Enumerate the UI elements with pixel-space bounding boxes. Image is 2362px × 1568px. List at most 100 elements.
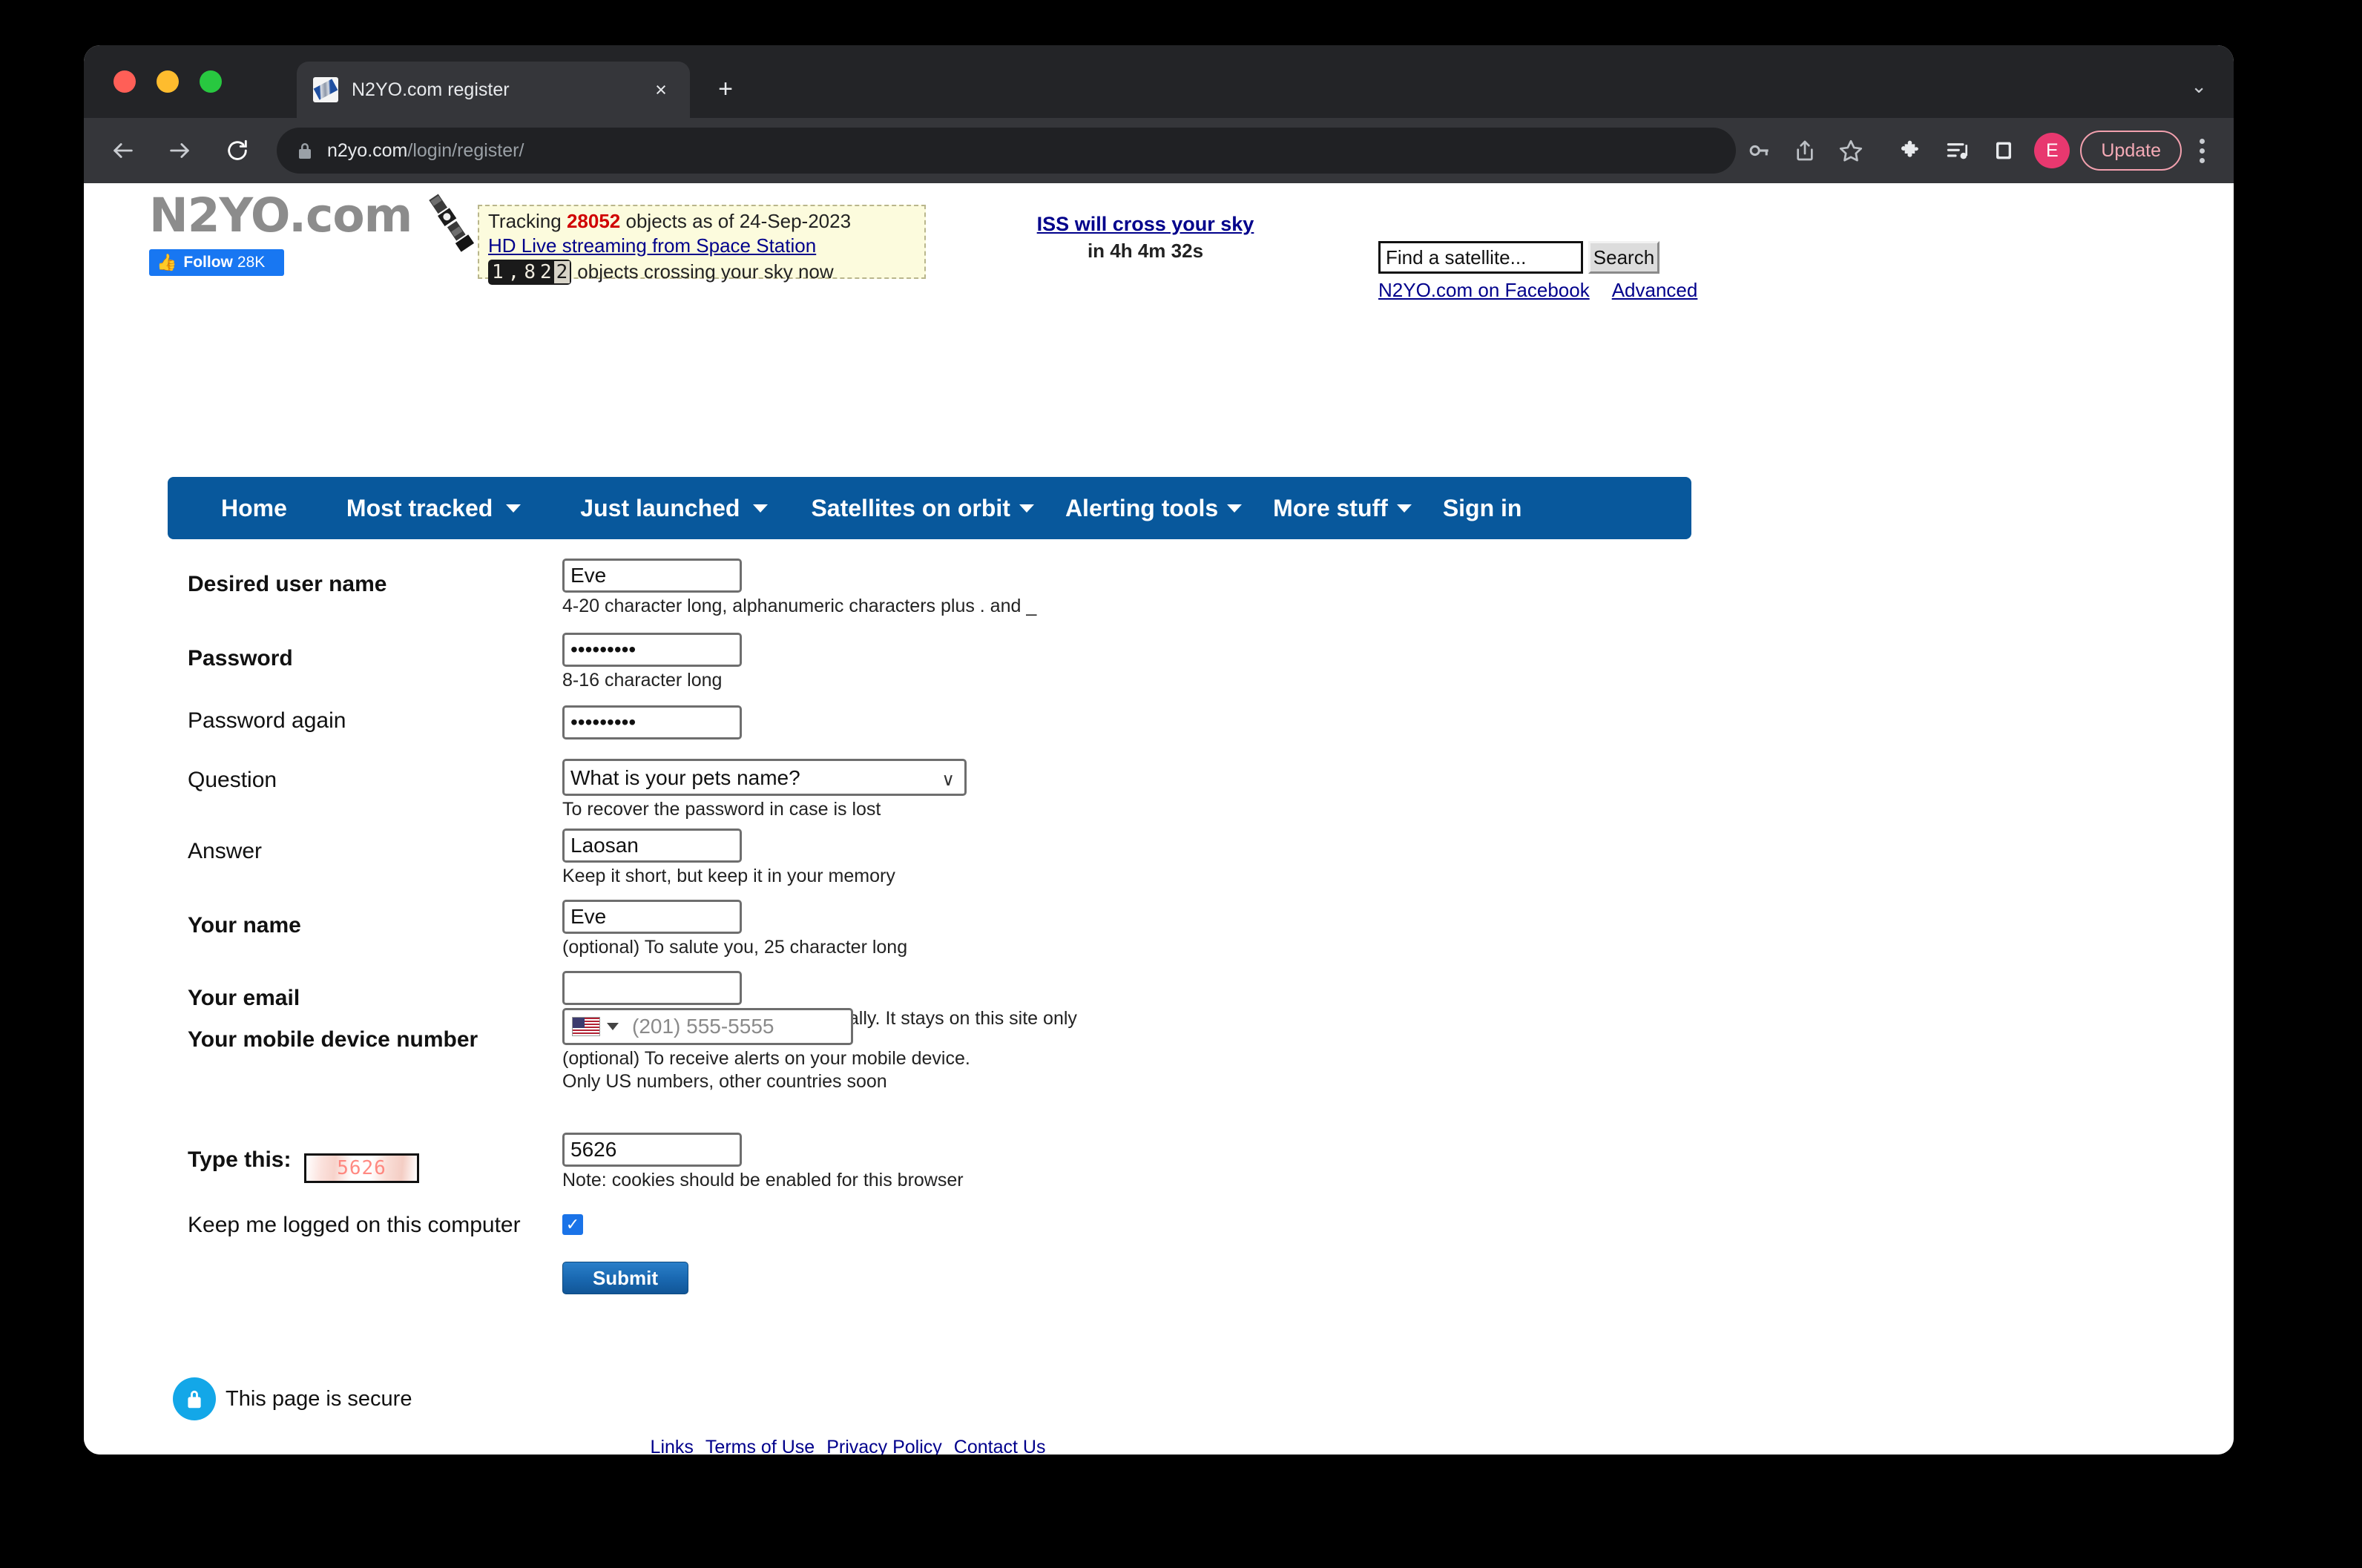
close-window-button[interactable]	[114, 70, 136, 93]
site-logo-text: N2YO.com	[149, 188, 412, 243]
answer-input[interactable]	[562, 829, 742, 863]
nav-item-satellites-on-orbit[interactable]: Satellites on orbit	[811, 477, 1034, 539]
nav-label: Alerting tools	[1065, 494, 1219, 521]
keep-logged-label: Keep me logged on this computer	[188, 1213, 521, 1237]
nav-item-just-launched[interactable]: Just launched	[580, 477, 769, 539]
captcha-image-text: 5626	[337, 1157, 386, 1179]
mobile-number-input[interactable]: (201) 555-5555	[562, 1008, 853, 1045]
submit-group: Submit	[562, 1262, 688, 1294]
bookmark-star-icon[interactable]	[1828, 128, 1874, 174]
password-key-icon[interactable]	[1736, 128, 1782, 174]
chevron-down-icon[interactable]: ⌄	[2191, 75, 2207, 98]
your-email-input[interactable]	[562, 971, 742, 1005]
site-logo-block[interactable]: N2YO.com 👍 Follow 28K	[149, 192, 412, 276]
media-playlist-icon[interactable]	[1935, 128, 1981, 174]
footer-link-links[interactable]: Links	[651, 1437, 694, 1455]
odometer-digit: ,	[507, 260, 520, 283]
chevron-down-icon	[1396, 504, 1412, 513]
update-button[interactable]: Update	[2080, 131, 2182, 171]
iss-pass-block: ISS will cross your sky in 4h 4m 32s	[1030, 213, 1260, 263]
satellite-favicon-icon	[313, 77, 338, 102]
question-hint: To recover the password in case is lost	[562, 799, 881, 820]
footer-links: Links Terms of Use Privacy Policy Contac…	[84, 1437, 1612, 1455]
username-input[interactable]	[562, 559, 742, 593]
facebook-page-link[interactable]: N2YO.com on Facebook	[1378, 279, 1590, 302]
security-question-select[interactable]: What is your pets name?	[562, 759, 967, 796]
browser-menu-icon[interactable]	[2185, 130, 2219, 171]
browser-tab[interactable]: N2YO.com register ×	[297, 62, 690, 118]
nav-item-most-tracked[interactable]: Most tracked	[346, 477, 522, 539]
odometer-counter: 1,822	[488, 259, 572, 286]
minimize-window-button[interactable]	[157, 70, 179, 93]
nav-item-sign-in[interactable]: Sign in	[1443, 477, 1522, 539]
check-icon: ✓	[565, 1215, 580, 1233]
chevron-down-icon	[1227, 504, 1243, 513]
follow-label: Follow	[183, 254, 233, 271]
mobile-hint-line1: (optional) To receive alerts on your mob…	[562, 1048, 970, 1069]
search-input[interactable]	[1378, 241, 1583, 274]
objects-crossing-line: 1,822 objects crossing your sky now	[488, 259, 915, 286]
crossing-text: objects crossing your sky now	[577, 260, 834, 283]
submit-button[interactable]: Submit	[562, 1262, 688, 1294]
iss-countdown: in 4h 4m 32s	[1087, 240, 1204, 262]
nav-item-alerting-tools[interactable]: Alerting tools	[1065, 477, 1243, 539]
close-icon[interactable]: ×	[648, 79, 674, 100]
nav-label: Sign in	[1442, 494, 1522, 521]
nav-label: Satellites on orbit	[811, 494, 1010, 521]
odometer-digit: 2	[539, 260, 552, 283]
maximize-window-button[interactable]	[200, 70, 222, 93]
your-email-label: Your email	[188, 986, 300, 1010]
odometer-digit: 1	[492, 260, 504, 283]
password-input[interactable]	[562, 633, 742, 667]
odometer-digit: 2	[553, 260, 570, 284]
chevron-down-icon[interactable]	[607, 1023, 619, 1030]
mobile-hint-line2: Only US numbers, other countries soon	[562, 1070, 887, 1092]
side-panel-icon[interactable]	[1981, 128, 2027, 174]
main-navigation: Home Most tracked Just launched Satellit…	[168, 477, 1691, 539]
captcha-label: Type this:	[188, 1147, 292, 1172]
search-button[interactable]: Search	[1588, 241, 1659, 274]
footer-link-terms[interactable]: Terms of Use	[705, 1437, 815, 1455]
answer-field-group: Keep it short, but keep it in your memor…	[562, 829, 895, 888]
your-name-field-group: (optional) To salute you, 25 character l…	[562, 900, 907, 959]
hd-live-stream-link[interactable]: HD Live streaming from Space Station	[488, 234, 816, 257]
share-icon[interactable]	[1782, 128, 1828, 174]
new-tab-button[interactable]: +	[711, 76, 740, 102]
extensions-puzzle-icon[interactable]	[1889, 128, 1935, 174]
reload-icon[interactable]	[214, 128, 260, 174]
us-flag-icon[interactable]	[572, 1017, 600, 1036]
advanced-search-link[interactable]: Advanced	[1612, 279, 1698, 302]
back-arrow-icon[interactable]	[100, 128, 146, 174]
forward-arrow-icon[interactable]	[157, 128, 203, 174]
tracking-object-count: 28052	[566, 210, 621, 232]
header-links: N2YO.com on Facebook Advanced	[1378, 279, 1697, 302]
address-bar[interactable]: n2yo.com/login/register/	[277, 128, 1737, 174]
lock-icon	[296, 141, 314, 160]
footer-link-privacy[interactable]: Privacy Policy	[826, 1437, 942, 1455]
your-name-label: Your name	[188, 913, 301, 938]
username-field-group: 4-20 character long, alphanumeric charac…	[562, 559, 1036, 618]
profile-avatar[interactable]: E	[2034, 133, 2070, 168]
keep-logged-group: ✓	[562, 1214, 583, 1235]
url-host: n2yo.com	[327, 139, 408, 161]
facebook-follow-button[interactable]: 👍 Follow 28K	[149, 249, 284, 276]
search-row: Search	[1378, 241, 1697, 274]
keep-logged-checkbox[interactable]: ✓	[562, 1214, 583, 1235]
footer-link-contact[interactable]: Contact Us	[954, 1437, 1046, 1455]
nav-item-home[interactable]: Home	[221, 477, 287, 539]
username-label: Desired user name	[188, 572, 387, 596]
tracking-prefix: Tracking	[488, 210, 567, 232]
nav-item-more-stuff[interactable]: More stuff	[1273, 477, 1412, 539]
question-label: Question	[188, 768, 277, 792]
password-again-input[interactable]	[562, 705, 742, 739]
iss-pass-link[interactable]: ISS will cross your sky	[1030, 213, 1260, 236]
answer-label: Answer	[188, 839, 263, 863]
password-again-field-group	[562, 705, 742, 739]
tab-title: N2YO.com register	[352, 79, 510, 100]
captcha-input[interactable]	[562, 1133, 742, 1167]
search-block: Search N2YO.com on Facebook Advanced	[1378, 241, 1697, 302]
nav-label: Just launched	[580, 494, 740, 521]
lock-icon	[173, 1377, 216, 1420]
your-name-input[interactable]	[562, 900, 742, 934]
username-hint: 4-20 character long, alphanumeric charac…	[562, 596, 1037, 616]
